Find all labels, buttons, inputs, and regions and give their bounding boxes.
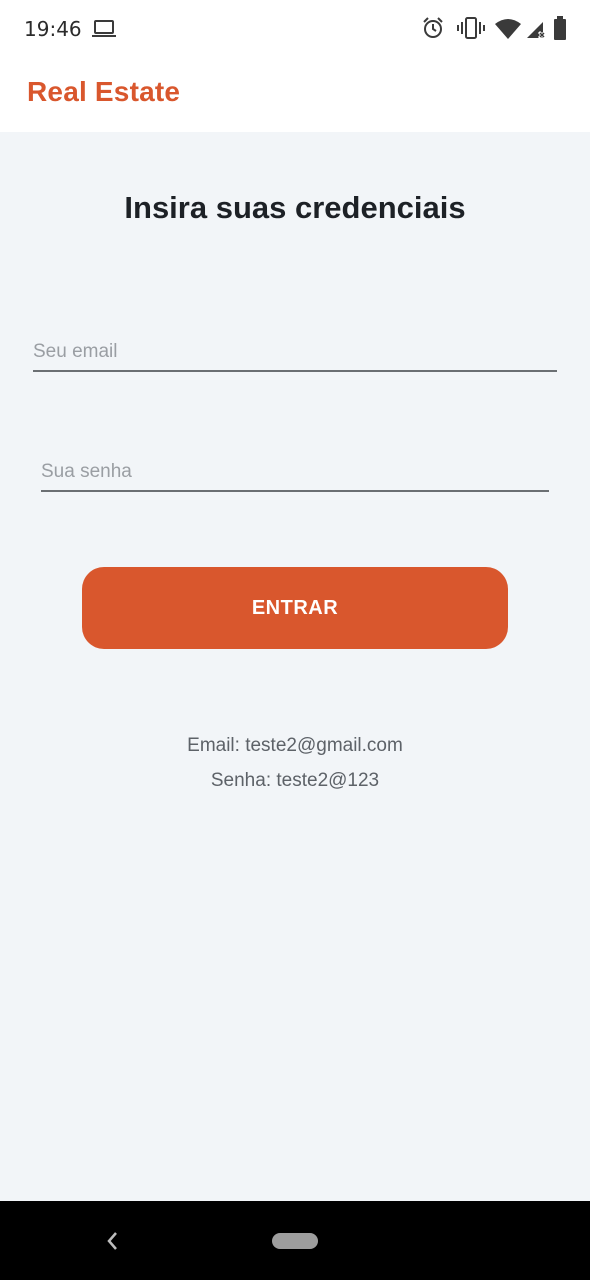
email-field xyxy=(33,334,557,372)
signal-icon xyxy=(527,22,547,40)
hint-password: Senha: teste2@123 xyxy=(210,770,380,791)
vibrate-icon xyxy=(457,17,485,39)
home-pill[interactable] xyxy=(272,1233,318,1249)
status-bar: 19:46 xyxy=(0,0,590,58)
alarm-icon xyxy=(423,17,443,38)
login-button[interactable]: ENTRAR xyxy=(82,567,508,649)
status-time: 19:46 xyxy=(24,17,82,41)
email-input[interactable] xyxy=(33,334,557,370)
navigation-bar xyxy=(0,1201,590,1280)
laptop-icon xyxy=(92,20,116,37)
battery-icon xyxy=(554,16,566,40)
app-title: Real Estate xyxy=(27,76,181,107)
password-input[interactable] xyxy=(41,454,549,490)
page-title: Insira suas credenciais xyxy=(124,190,466,225)
password-field xyxy=(41,454,549,492)
app-bar: Real Estate xyxy=(0,58,590,132)
back-icon[interactable] xyxy=(104,1230,122,1252)
wifi-icon xyxy=(495,19,521,39)
hint-email: Email: teste2@gmail.com xyxy=(187,735,403,756)
